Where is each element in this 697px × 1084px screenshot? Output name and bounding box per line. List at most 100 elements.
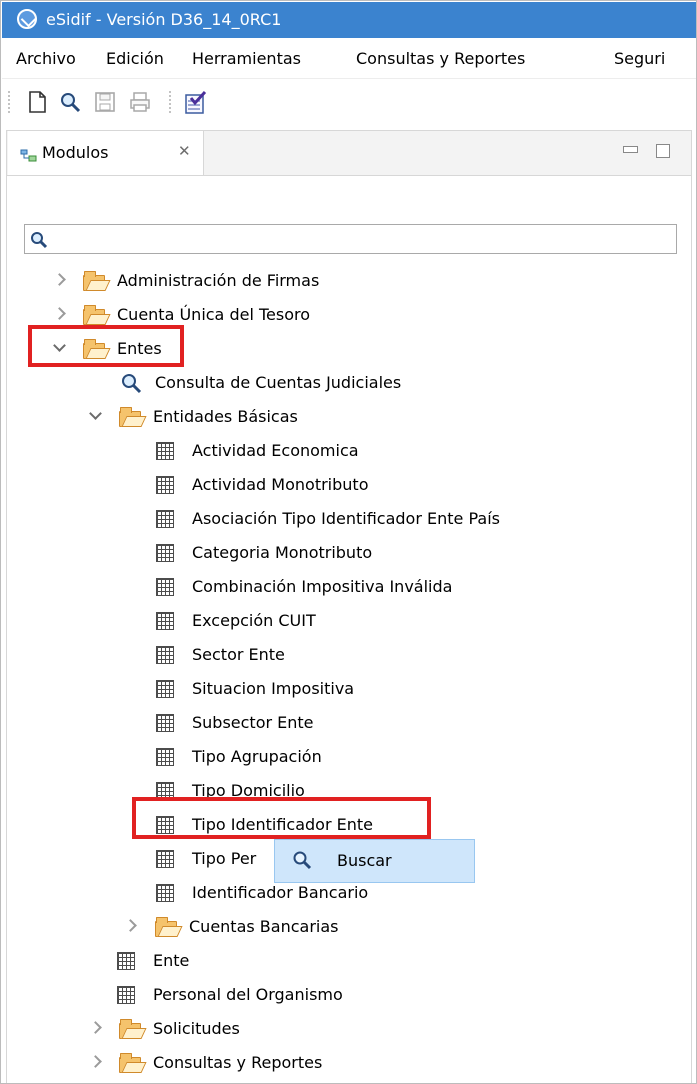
modules-icon — [20, 147, 37, 162]
tree-item-cuentas-bancarias[interactable]: Cuentas Bancarias — [124, 911, 426, 945]
tree-item-entidades-basicas[interactable]: Entidades Básicas — [89, 401, 391, 435]
menu-archivo[interactable]: Archivo — [16, 49, 76, 69]
tree-item-ente[interactable]: Ente — [117, 945, 267, 979]
table-icon — [156, 748, 174, 766]
application-window: eSidif - Versión D36_14_0RC1 Archivo Edi… — [0, 0, 697, 1084]
folder-icon — [155, 917, 177, 937]
folder-icon — [119, 1053, 141, 1073]
tree-item-label: Combinación Impositiva Inválida — [192, 577, 453, 596]
collapse-icon[interactable] — [89, 407, 102, 420]
tree-item-excepcion-cuit[interactable]: Excepción CUIT — [156, 605, 406, 639]
table-icon — [156, 850, 174, 868]
tree-item-label: Actividad Economica — [192, 441, 359, 460]
tree-item-tipo-agrupacion[interactable]: Tipo Agrupación — [156, 741, 426, 775]
folder-icon — [83, 305, 105, 325]
context-menu: Buscar — [274, 839, 475, 883]
minimize-icon[interactable] — [623, 146, 638, 153]
table-icon — [156, 714, 174, 732]
tree-item-label: Entidades Básicas — [153, 407, 298, 426]
tree-item-label: Tipo Per — [192, 849, 257, 868]
tree-item-label: Solicitudes — [153, 1019, 240, 1038]
tree-item-solicitudes[interactable]: Solicitudes — [89, 1013, 351, 1047]
menu-edicion[interactable]: Edición — [106, 49, 164, 69]
tree-item-label: Tipo Agrupación — [192, 747, 322, 766]
tree-item-label: Categoria Monotributo — [192, 543, 373, 562]
module-tree: Administración de Firmas Cuenta Única de… — [7, 265, 691, 1083]
main-toolbar — [2, 79, 696, 127]
checklist-icon[interactable] — [183, 90, 207, 114]
save-icon — [93, 90, 117, 114]
tab-modulos[interactable]: Modulos ✕ — [8, 131, 204, 175]
table-icon — [117, 952, 135, 970]
module-search-box[interactable] — [24, 224, 677, 254]
tree-item-administracion-de-firmas[interactable]: Administración de Firmas — [53, 265, 405, 299]
tree-item-label: Excepción CUIT — [192, 611, 316, 630]
expand-icon[interactable] — [89, 1021, 102, 1034]
esidif-app-icon — [17, 9, 37, 29]
search-icon — [292, 850, 312, 870]
menu-consultas-y-reportes[interactable]: Consultas y Reportes — [356, 49, 525, 69]
menu-seguridad[interactable]: Seguri — [614, 49, 665, 69]
tree-item-label: Identificador Bancario — [192, 883, 369, 902]
entes-highlight-box — [28, 325, 184, 367]
tree-item-combinacion-impositiva-invalida[interactable]: Combinación Impositiva Inválida — [156, 571, 546, 605]
tree-item-tipo-per[interactable]: Tipo Per — [156, 843, 286, 877]
tipo-identificador-ente-highlight-box — [132, 797, 431, 839]
expand-icon[interactable] — [53, 273, 66, 286]
tree-item-label: Situacion Impositiva — [192, 679, 355, 698]
search-icon[interactable] — [58, 90, 82, 114]
modulos-panel: Modulos ✕ Administración de Firmas Cuent… — [6, 130, 692, 1083]
tree-item-label: Personal del Organismo — [153, 985, 343, 1004]
search-icon — [121, 373, 142, 394]
close-icon[interactable]: ✕ — [178, 142, 191, 160]
tree-item-consulta-de-cuentas-judiciales[interactable]: Consulta de Cuentas Judiciales — [121, 367, 511, 401]
tree-item-label: Cuentas Bancarias — [189, 917, 339, 936]
table-icon — [156, 884, 174, 902]
tree-item-consultas-y-reportes[interactable]: Consultas y Reportes — [89, 1047, 441, 1081]
toolbar-separator — [169, 91, 173, 113]
tree-item-actividad-monotributo[interactable]: Actividad Monotributo — [156, 469, 446, 503]
open-folder-icon — [119, 407, 141, 427]
tree-item-sector-ente[interactable]: Sector Ente — [156, 639, 406, 673]
table-icon — [156, 578, 174, 596]
search-input[interactable] — [54, 225, 669, 253]
expand-icon[interactable] — [124, 919, 137, 932]
menu-herramientas[interactable]: Herramientas — [192, 49, 301, 69]
new-document-icon[interactable] — [25, 90, 49, 114]
table-icon — [156, 476, 174, 494]
maximize-icon[interactable] — [656, 144, 670, 158]
folder-icon — [119, 1019, 141, 1039]
table-icon — [156, 544, 174, 562]
tree-item-label: Subsector Ente — [192, 713, 314, 732]
tree-item-categoria-monotributo[interactable]: Categoria Monotributo — [156, 537, 446, 571]
tree-item-situacion-impositiva[interactable]: Situacion Impositiva — [156, 673, 426, 707]
tree-item-label: Sector Ente — [192, 645, 285, 664]
table-icon — [156, 510, 174, 528]
tree-item-label: Administración de Firmas — [117, 271, 320, 290]
tree-item-actividad-economica[interactable]: Actividad Economica — [156, 435, 446, 469]
expand-icon[interactable] — [89, 1055, 102, 1068]
expand-icon[interactable] — [53, 307, 66, 320]
tab-modulos-label: Modulos — [42, 143, 109, 162]
table-icon — [156, 646, 174, 664]
print-icon — [128, 90, 152, 114]
title-bar: eSidif - Versión D36_14_0RC1 — [2, 2, 696, 38]
toolbar-grip — [8, 91, 12, 113]
window-title: eSidif - Versión D36_14_0RC1 — [46, 10, 282, 29]
tree-item-label: Ente — [153, 951, 190, 970]
table-icon — [156, 442, 174, 460]
tree-item-asociacion-tipo-identificador-ente-pais[interactable]: Asociación Tipo Identificador Ente País — [156, 503, 606, 537]
tree-item-personal-del-organismo[interactable]: Personal del Organismo — [117, 979, 447, 1013]
search-icon — [30, 231, 48, 249]
context-menu-buscar[interactable]: Buscar — [337, 851, 392, 871]
tree-item-label: Actividad Monotributo — [192, 475, 369, 494]
table-icon — [156, 612, 174, 630]
tree-item-label: Cuenta Única del Tesoro — [117, 305, 311, 324]
table-icon — [117, 986, 135, 1004]
tree-item-label: Consultas y Reportes — [153, 1053, 323, 1072]
tree-item-label: Consulta de Cuentas Judiciales — [155, 373, 402, 392]
tree-item-label: Asociación Tipo Identificador Ente País — [192, 509, 500, 528]
tree-item-subsector-ente[interactable]: Subsector Ente — [156, 707, 426, 741]
folder-icon — [83, 271, 105, 291]
panel-tabstrip: Modulos ✕ — [7, 131, 691, 176]
